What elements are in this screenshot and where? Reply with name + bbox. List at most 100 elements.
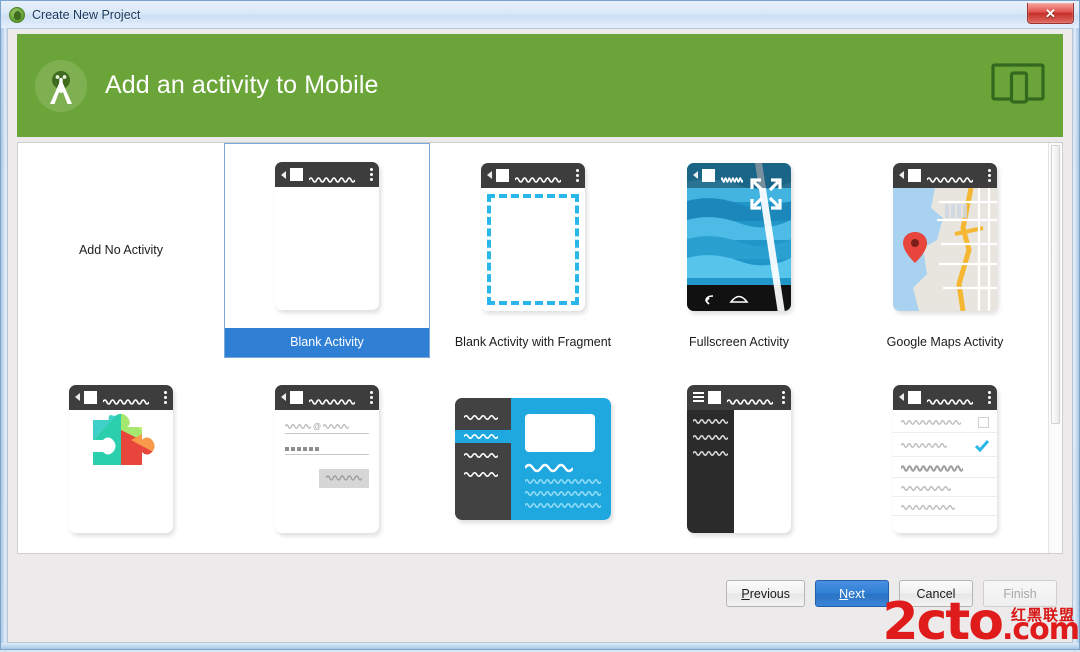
tile-blank-activity-art bbox=[225, 144, 429, 328]
appbar-logo-placeholder bbox=[290, 391, 303, 404]
app-bar bbox=[687, 385, 791, 410]
tile-google-maps-activity-art bbox=[843, 144, 1047, 329]
google-maps-activity-preview bbox=[893, 163, 997, 311]
back-arrow-icon bbox=[693, 171, 698, 179]
settings-activity-preview bbox=[893, 385, 997, 533]
tile-add-no-activity[interactable]: Add No Activity bbox=[18, 143, 224, 358]
master-detail-flow-preview bbox=[455, 398, 611, 520]
window-frame-bottom bbox=[1, 643, 1079, 649]
login-activity-preview: @ bbox=[275, 385, 379, 533]
app-bar bbox=[481, 163, 585, 188]
settings-row[interactable] bbox=[893, 433, 997, 456]
back-arrow-icon bbox=[487, 171, 492, 179]
window-frame-right bbox=[1074, 1, 1079, 649]
tile-blank-activity-label: Blank Activity bbox=[225, 328, 429, 357]
settings-row[interactable] bbox=[893, 478, 997, 496]
cancel-button[interactable]: Cancel bbox=[899, 580, 973, 607]
nav-drawer-panel bbox=[687, 410, 734, 533]
hamburger-icon bbox=[693, 392, 704, 402]
sign-in-button-placeholder bbox=[319, 469, 369, 488]
gallery-scrollbar[interactable] bbox=[1048, 143, 1062, 553]
appbar-logo-placeholder bbox=[702, 169, 715, 182]
app-bar bbox=[275, 385, 379, 410]
appbar-title-placeholder bbox=[727, 393, 782, 401]
gallery-scroll-area: Add No Activity Blank Activity Blank Act… bbox=[18, 143, 1048, 553]
activity-template-gallery: Add No Activity Blank Activity Blank Act… bbox=[17, 142, 1063, 554]
appbar-title-placeholder bbox=[927, 393, 988, 401]
fragment-placeholder bbox=[481, 188, 585, 311]
finish-button-label: Finish bbox=[1003, 587, 1036, 601]
page-title: Add an activity to Mobile bbox=[105, 71, 378, 100]
overflow-menu-icon bbox=[988, 391, 991, 404]
map-illustration bbox=[893, 188, 997, 311]
tile-add-no-activity-label: Add No Activity bbox=[19, 237, 223, 265]
close-icon[interactable]: ✕ bbox=[1027, 3, 1074, 24]
scrollbar-thumb[interactable] bbox=[1051, 145, 1060, 424]
settings-row[interactable] bbox=[893, 497, 997, 515]
fullscreen-expand-icon bbox=[749, 177, 783, 211]
tile-google-play-services-activity[interactable] bbox=[18, 358, 224, 554]
dialog-body: Add an activity to Mobile Add No Activit… bbox=[7, 28, 1073, 643]
tile-google-maps-activity[interactable]: Google Maps Activity bbox=[842, 143, 1048, 358]
tile-settings-activity[interactable] bbox=[842, 358, 1048, 554]
overflow-menu-icon bbox=[782, 391, 785, 404]
back-arrow-icon bbox=[75, 393, 80, 401]
tile-google-play-services-activity-art bbox=[19, 359, 223, 554]
settings-list bbox=[893, 410, 997, 516]
back-arrow-icon bbox=[281, 393, 286, 401]
appbar-title-placeholder bbox=[515, 171, 576, 179]
fragment-activity-preview bbox=[481, 163, 585, 311]
appbar-logo-placeholder bbox=[908, 169, 921, 182]
play-services-activity-preview bbox=[69, 385, 173, 533]
tile-navigation-drawer-activity[interactable] bbox=[636, 358, 842, 554]
tile-login-activity[interactable]: @ bbox=[224, 358, 430, 554]
window-title: Create New Project bbox=[32, 8, 140, 22]
next-button-label: Next bbox=[839, 587, 865, 601]
android-studio-icon bbox=[9, 7, 25, 23]
back-arrow-icon bbox=[899, 393, 904, 401]
previous-button-label: Previous bbox=[741, 587, 790, 601]
appbar-logo-placeholder bbox=[908, 391, 921, 404]
cancel-button-label: Cancel bbox=[917, 587, 956, 601]
dialog-footer: Previous Next Cancel Finish bbox=[17, 562, 1063, 634]
tile-blank-activity[interactable]: Blank Activity bbox=[224, 143, 430, 358]
tile-fullscreen-activity-art bbox=[637, 144, 841, 329]
overflow-menu-icon bbox=[988, 169, 991, 182]
android-studio-compass-icon bbox=[35, 60, 87, 112]
previous-button[interactable]: Previous bbox=[726, 580, 805, 607]
tile-fullscreen-activity-label: Fullscreen Activity bbox=[637, 329, 841, 357]
appbar-logo-placeholder bbox=[290, 168, 303, 181]
fullscreen-activity-preview bbox=[687, 163, 791, 311]
next-button[interactable]: Next bbox=[815, 580, 889, 607]
settings-row[interactable] bbox=[893, 410, 997, 432]
title-bar: Create New Project ✕ bbox=[1, 1, 1079, 28]
app-bar bbox=[69, 385, 173, 410]
appbar-title-placeholder bbox=[927, 171, 988, 179]
back-arrow-icon bbox=[281, 171, 286, 179]
appbar-logo-placeholder bbox=[708, 391, 721, 404]
overflow-menu-icon bbox=[576, 169, 579, 182]
finish-button: Finish bbox=[983, 580, 1057, 607]
tile-master-detail-flow[interactable] bbox=[430, 358, 636, 554]
navigation-drawer-activity-preview bbox=[687, 385, 791, 533]
blank-activity-preview bbox=[275, 162, 379, 310]
appbar-title-placeholder bbox=[309, 393, 370, 401]
appbar-title-placeholder bbox=[309, 171, 370, 179]
button-row: Previous Next Cancel Finish bbox=[726, 580, 1057, 607]
tile-blank-activity-with-fragment-art bbox=[431, 144, 635, 329]
tile-navigation-drawer-activity-art bbox=[637, 359, 841, 554]
back-arrow-icon bbox=[899, 171, 904, 179]
appbar-logo-placeholder bbox=[496, 169, 509, 182]
close-glyph: ✕ bbox=[1045, 7, 1056, 20]
app-bar bbox=[275, 162, 379, 187]
settings-row[interactable] bbox=[893, 457, 997, 477]
dialog-window: Create New Project ✕ Add an activity to … bbox=[0, 0, 1080, 650]
wizard-header: Add an activity to Mobile bbox=[17, 34, 1063, 137]
tile-fullscreen-activity[interactable]: Fullscreen Activity bbox=[636, 143, 842, 358]
play-services-puzzle-icon bbox=[85, 410, 157, 484]
tile-blank-activity-with-fragment[interactable]: Blank Activity with Fragment bbox=[430, 143, 636, 358]
app-bar bbox=[893, 163, 997, 188]
overflow-menu-icon bbox=[370, 391, 373, 404]
tile-settings-activity-art bbox=[843, 359, 1047, 554]
tablet-phone-device-icon bbox=[991, 62, 1045, 109]
